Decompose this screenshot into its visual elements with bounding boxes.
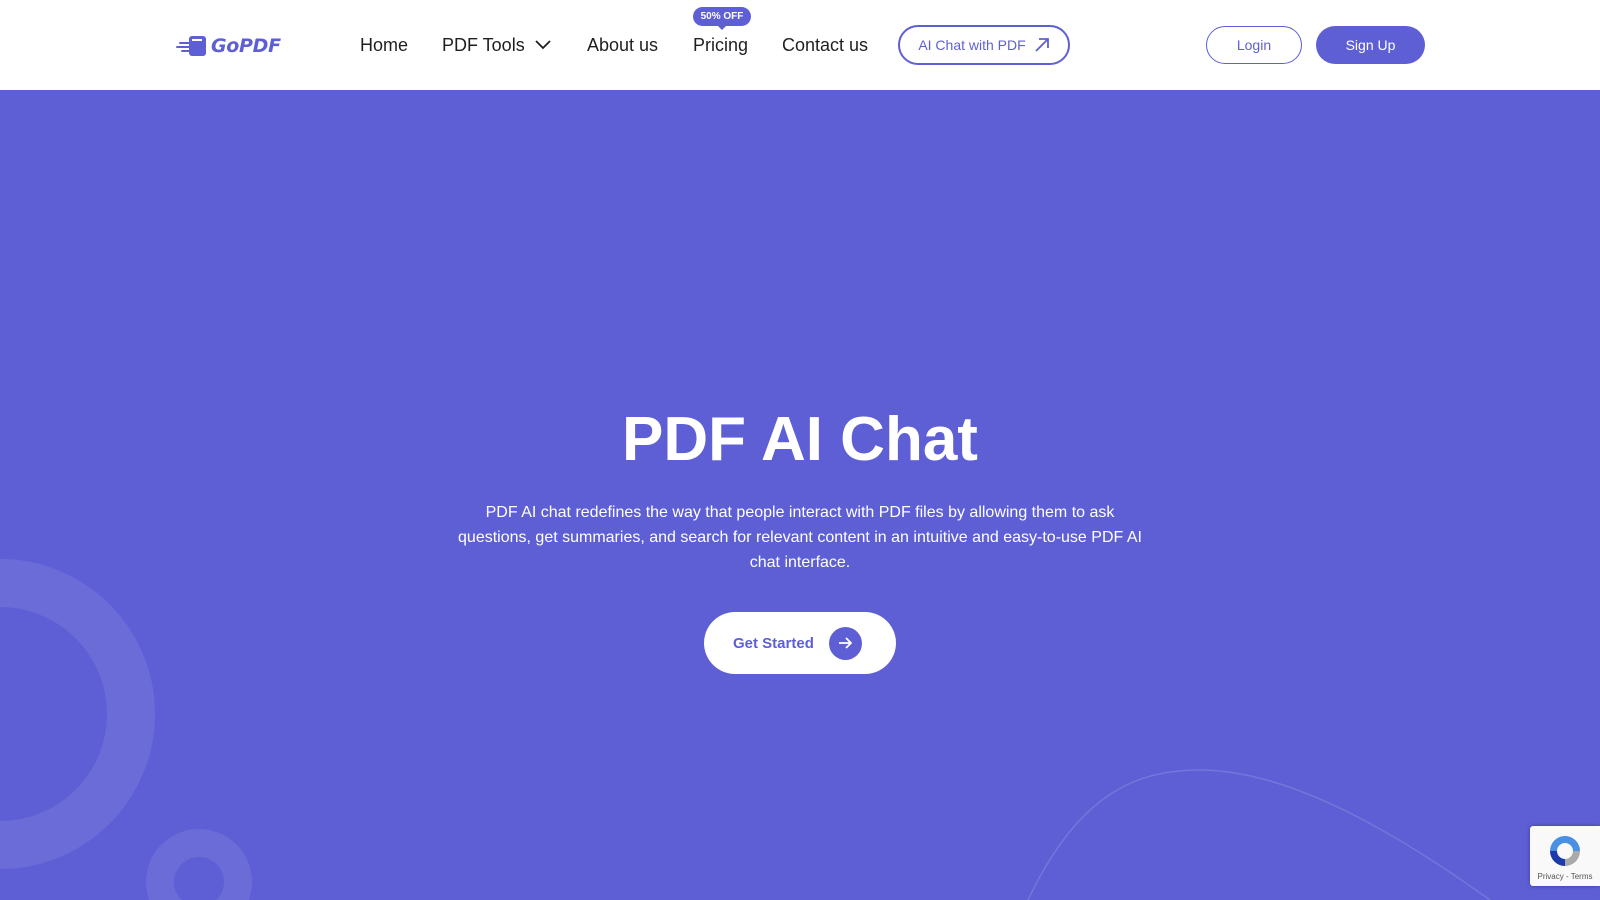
nav-pricing[interactable]: Pricing: [693, 30, 748, 60]
recaptcha-privacy-link[interactable]: Privacy: [1538, 872, 1564, 881]
arrow-right-icon: [839, 637, 853, 649]
recaptcha-badge[interactable]: Privacy - Terms: [1530, 826, 1600, 886]
sign-up-button[interactable]: Sign Up: [1316, 26, 1425, 64]
ai-chat-with-pdf-label: AI Chat with PDF: [918, 37, 1026, 53]
hero-description: PDF AI chat redefines the way that peopl…: [458, 504, 1142, 571]
nav-about-us[interactable]: About us: [587, 30, 658, 60]
arrow-right-circle: [828, 626, 862, 660]
chevron-down-icon: [535, 40, 551, 50]
nav-home[interactable]: Home: [360, 30, 408, 60]
login-button[interactable]: Login: [1206, 26, 1302, 64]
goPDF-logo-icon: [176, 36, 206, 56]
arrow-up-right-icon: [1035, 38, 1049, 52]
site-header: GoPDF Home PDF Tools About us 50% OFF Pr…: [0, 0, 1600, 90]
recaptcha-terms-link[interactable]: Terms: [1571, 872, 1593, 881]
nav-pdf-tools[interactable]: PDF Tools: [442, 30, 551, 60]
recaptcha-links: Privacy - Terms: [1530, 872, 1600, 881]
recaptcha-icon: [1550, 836, 1580, 866]
hero-decoration: [0, 559, 1491, 900]
hero-title: PDF AI Chat: [622, 405, 978, 474]
pricing-discount-badge: 50% OFF: [693, 7, 751, 26]
nav-pdf-tools-label: PDF Tools: [442, 35, 525, 55]
get-started-button[interactable]: Get Started: [704, 612, 896, 674]
logo[interactable]: GoPDF: [176, 33, 281, 59]
nav-contact-us[interactable]: Contact us: [782, 30, 868, 60]
logo-text: GoPDF: [211, 35, 281, 57]
ai-chat-with-pdf-button[interactable]: AI Chat with PDF: [898, 25, 1070, 65]
recaptcha-link-separator: -: [1563, 872, 1571, 881]
get-started-label: Get Started: [733, 634, 814, 652]
